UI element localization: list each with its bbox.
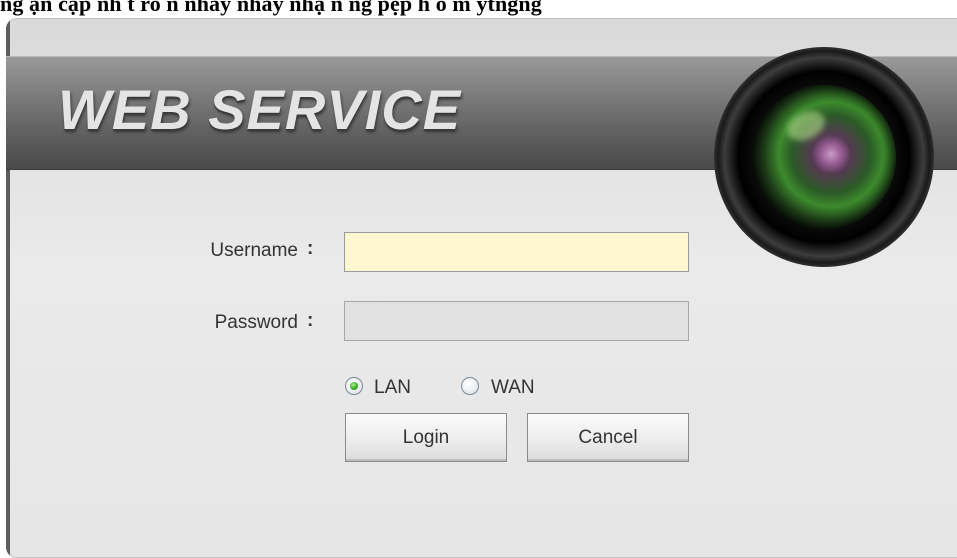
lan-radio[interactable] xyxy=(345,377,363,395)
username-field[interactable] xyxy=(344,232,689,272)
wan-radio-label[interactable]: WAN xyxy=(491,377,535,399)
password-field[interactable] xyxy=(344,301,689,341)
login-panel: WEB SERVICE xyxy=(6,18,957,558)
wan-radio[interactable] xyxy=(461,377,479,395)
username-label: Username xyxy=(210,240,298,261)
header-banner: WEB SERVICE xyxy=(6,47,957,267)
banner-title: WEB SERVICE xyxy=(58,78,462,141)
password-colon: : xyxy=(307,310,314,331)
radio-selected-icon xyxy=(350,382,358,390)
password-label: Password xyxy=(214,312,298,333)
lan-radio-label[interactable]: LAN xyxy=(374,377,411,399)
lens-glass xyxy=(752,85,896,229)
login-button[interactable]: Login xyxy=(345,413,507,462)
username-colon: : xyxy=(307,238,314,259)
cancel-button[interactable]: Cancel xyxy=(527,413,689,462)
lens-flare xyxy=(782,105,830,147)
camera-lens-graphic xyxy=(714,47,934,267)
